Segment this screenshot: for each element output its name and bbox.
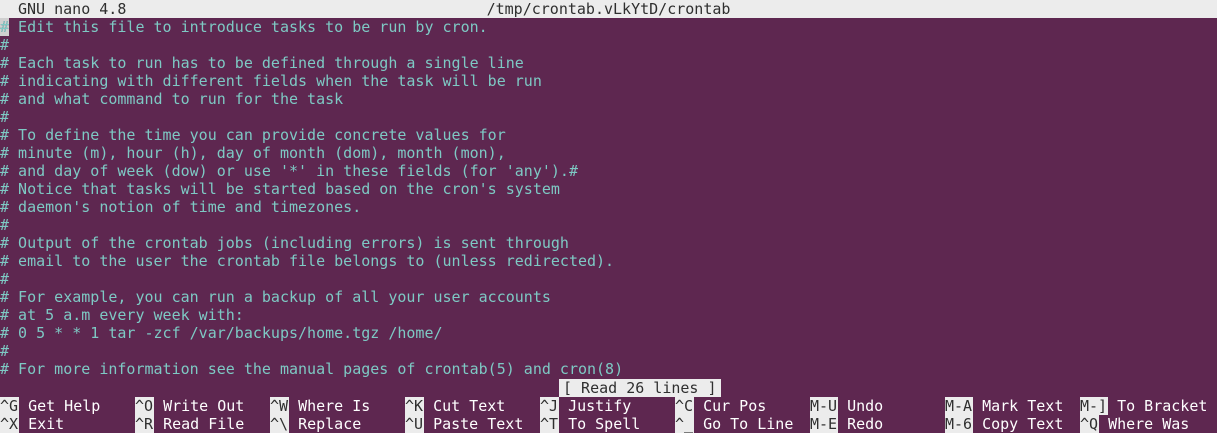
editor-line[interactable]: # xyxy=(0,270,9,288)
shortcut-to-spell[interactable]: ^T To Spell xyxy=(540,415,640,433)
editor-line[interactable]: # For example, you can run a backup of a… xyxy=(0,288,551,306)
shortcut-cur-pos[interactable]: ^C Cur Pos xyxy=(675,397,766,415)
shortcut-copy-text[interactable]: M-6 Copy Text xyxy=(945,415,1063,433)
shortcut-key: M-] xyxy=(1080,397,1109,415)
file-path: /tmp/crontab.vLkYtD/crontab xyxy=(486,0,731,18)
editor-line[interactable]: # email to the user the crontab file bel… xyxy=(0,252,614,270)
shortcut-key: ^\ xyxy=(270,415,290,433)
shortcut-redo[interactable]: M-E Redo xyxy=(810,415,883,433)
editor-area[interactable]: # # Edit this file to introduce tasks to… xyxy=(0,18,1217,378)
editor-line[interactable]: # indicating with different fields when … xyxy=(0,72,542,90)
shortcut-key: ^C xyxy=(675,397,695,415)
editor-line[interactable]: # daemon's notion of time and timezones. xyxy=(0,198,361,216)
shortcut-key: ^Q xyxy=(1080,415,1100,433)
shortcut-where-was[interactable]: ^Q Where Was xyxy=(1080,415,1189,433)
shortcut-label: Redo xyxy=(847,415,884,433)
status-message: [ Read 26 lines ] xyxy=(559,379,721,397)
shortcut-go-to-line[interactable]: ^_ Go To Line xyxy=(675,415,793,433)
shortcut-bar-top: ^G Get Help ^O Write Out ^W Where Is ^K Cut … xyxy=(0,397,1217,415)
shortcut-justify[interactable]: ^J Justify xyxy=(540,397,631,415)
shortcut-label: Replace xyxy=(298,415,362,433)
editor-line-text[interactable]: # Edit this file to introduce tasks to b… xyxy=(0,18,488,36)
shortcut-write-out[interactable]: ^O Write Out xyxy=(135,397,244,415)
editor-line[interactable]: # at 5 a.m every week with: xyxy=(0,306,244,324)
editor-line[interactable]: # To define the time you can provide con… xyxy=(0,126,506,144)
shortcut-get-help[interactable]: ^G Get Help xyxy=(0,397,100,415)
editor-line[interactable]: # xyxy=(0,36,9,54)
editor-line[interactable]: # 0 5 * * 1 tar -zcf /var/backups/home.t… xyxy=(0,324,443,342)
shortcut-undo[interactable]: M-U Undo xyxy=(810,397,883,415)
shortcut-key: ^O xyxy=(135,397,155,415)
shortcut-label: Exit xyxy=(28,415,65,433)
shortcut-key: ^J xyxy=(540,397,560,415)
shortcut-key: ^U xyxy=(405,415,425,433)
shortcut-label: Cur Pos xyxy=(703,397,767,415)
shortcut-label: Justify xyxy=(568,397,632,415)
shortcut-label: To Bracket xyxy=(1117,397,1208,415)
shortcut-label: Cut Text xyxy=(433,397,506,415)
shortcut-key: ^K xyxy=(405,397,425,415)
shortcut-label: Get Help xyxy=(28,397,101,415)
shortcut-cut-text[interactable]: ^K Cut Text xyxy=(405,397,505,415)
editor-line[interactable]: # xyxy=(0,108,9,126)
shortcut-label: Where Is xyxy=(298,397,371,415)
title-bar: GNU nano 4.8 /tmp/crontab.vLkYtD/crontab xyxy=(0,0,1217,18)
shortcut-key: M-U xyxy=(810,397,839,415)
editor-line[interactable]: # Notice that tasks will be started base… xyxy=(0,180,560,198)
shortcut-label: Go To Line xyxy=(703,415,794,433)
shortcut-key: M-E xyxy=(810,415,839,433)
shortcut-label: Read File xyxy=(163,415,245,433)
shortcut-key: ^R xyxy=(135,415,155,433)
editor-line[interactable]: # Output of the crontab jobs (including … xyxy=(0,234,569,252)
shortcut-label: Copy Text xyxy=(982,415,1064,433)
shortcut-exit[interactable]: ^X Exit xyxy=(0,415,64,433)
editor-line[interactable]: # minute (m), hour (h), day of month (do… xyxy=(0,144,506,162)
shortcut-key: M-A xyxy=(945,397,974,415)
editor-line[interactable]: # Each task to run has to be defined thr… xyxy=(0,54,524,72)
shortcut-label: To Spell xyxy=(568,415,641,433)
shortcut-label: Undo xyxy=(847,397,884,415)
shortcut-mark-text[interactable]: M-A Mark Text xyxy=(945,397,1063,415)
shortcut-replace[interactable]: ^\ Replace xyxy=(270,415,361,433)
shortcut-bar-bottom: ^X Exit ^R Read File ^\ Replace ^U Paste Tex… xyxy=(0,415,1217,433)
shortcut-key: M-6 xyxy=(945,415,974,433)
shortcut-key: ^T xyxy=(540,415,560,433)
shortcut-label: Write Out xyxy=(163,397,245,415)
shortcut-where-is[interactable]: ^W Where Is xyxy=(270,397,370,415)
shortcut-key: ^_ xyxy=(675,415,695,433)
shortcut-read-file[interactable]: ^R Read File xyxy=(135,415,244,433)
editor-line[interactable]: # For more information see the manual pa… xyxy=(0,360,623,378)
shortcut-paste-text[interactable]: ^U Paste Text xyxy=(405,415,523,433)
shortcut-key: ^G xyxy=(0,397,20,415)
shortcut-key: ^W xyxy=(270,397,290,415)
editor-line[interactable]: # and day of week (dow) or use '*' in th… xyxy=(0,162,578,180)
editor-line[interactable]: # and what command to run for the task xyxy=(0,90,343,108)
shortcut-label: Where Was xyxy=(1108,415,1190,433)
editor-line[interactable]: # xyxy=(0,342,9,360)
editor-line[interactable]: # xyxy=(0,216,9,234)
shortcut-label: Mark Text xyxy=(982,397,1064,415)
shortcut-to-bracket[interactable]: M-] To Bracket xyxy=(1080,397,1207,415)
shortcut-key: ^X xyxy=(0,415,20,433)
shortcut-label: Paste Text xyxy=(433,415,524,433)
